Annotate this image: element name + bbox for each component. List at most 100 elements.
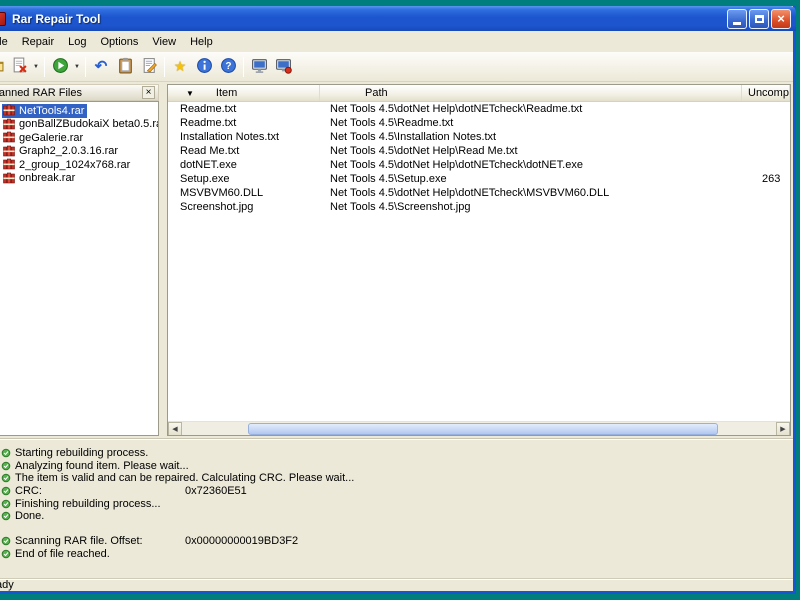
- scroll-left-icon[interactable]: ◀: [168, 422, 182, 436]
- column-label-item: Item: [216, 87, 237, 99]
- exit-button[interactable]: [271, 55, 295, 79]
- column-label-path: Path: [365, 87, 388, 99]
- rar-file-list[interactable]: NetTools4.rargonBallZBudokaiX beta0.5.ra…: [0, 101, 159, 436]
- cell-path: Net Tools 4.5\dotNet Help\Read Me.txt: [320, 145, 742, 157]
- svg-text:?: ?: [225, 61, 231, 72]
- rar-file-icon: [3, 158, 15, 171]
- menu-bar: FileRepairLogOptionsViewHelp: [0, 31, 793, 52]
- table-row[interactable]: Read Me.txtNet Tools 4.5\dotNet Help\Rea…: [168, 144, 790, 158]
- view-log-button[interactable]: [137, 55, 161, 79]
- scroll-right-icon[interactable]: ▶: [776, 422, 790, 436]
- table-row[interactable]: Installation Notes.txtNet Tools 4.5\Inst…: [168, 130, 790, 144]
- log-text: Finishing rebuilding process...: [15, 498, 161, 510]
- column-header-uncompressed-size[interactable]: Uncompressed Size: [742, 85, 790, 101]
- log-item-icon: [1, 499, 11, 509]
- start-repair-dropdown-icon[interactable]: ▼: [72, 55, 82, 79]
- maximize-button[interactable]: [749, 9, 769, 29]
- status-text: Ready: [0, 579, 14, 591]
- cell-path: Net Tools 4.5\dotNet Help\dotNETcheck\MS…: [320, 187, 742, 199]
- log-panel: Starting rebuilding process.Analyzing fo…: [0, 444, 793, 578]
- table-body: Readme.txt Net Tools 4.5\dotNet Help\dotN…: [168, 102, 790, 421]
- table-row[interactable]: Readme.txtNet Tools 4.5\Readme.txt: [168, 116, 790, 130]
- log-text: The item is valid and can be repaired. C…: [15, 472, 354, 484]
- log-line: Starting rebuilding process.: [1, 447, 793, 460]
- table-row[interactable]: Readme.txtNet Tools 4.5\dotNet Help\dotN…: [168, 102, 790, 116]
- log-text: Starting rebuilding process.: [15, 447, 148, 459]
- cell-item: Readme.txt: [168, 117, 320, 129]
- horizontal-scrollbar[interactable]: ◀ ▶: [168, 421, 790, 435]
- cell-item: Read Me.txt: [168, 145, 320, 157]
- start-repair-button[interactable]: [48, 55, 72, 79]
- rar-file-icon: [3, 145, 15, 158]
- menu-log[interactable]: Log: [61, 33, 93, 51]
- rar-file-item[interactable]: gonBallZBudokaiX beta0.5.rar: [2, 118, 159, 132]
- cell-item: Screenshot.jpg: [168, 201, 320, 213]
- log-line: CRC:0x72360E51: [1, 485, 793, 498]
- scanned-files-panel: Scanned RAR Files × NetTools4.rargonBall…: [0, 82, 161, 438]
- menu-view[interactable]: View: [145, 33, 183, 51]
- rar-file-item[interactable]: onbreak.rar: [2, 172, 78, 186]
- column-header-path[interactable]: Path: [320, 85, 742, 101]
- table-row[interactable]: dotNET.exeNet Tools 4.5\dotNet Help\dotN…: [168, 158, 790, 172]
- column-header-item[interactable]: ▼ Item: [168, 85, 320, 101]
- file-info-button[interactable]: [192, 55, 216, 79]
- log-item-icon: [1, 549, 11, 559]
- toolbar-separator: [85, 57, 86, 77]
- menu-repair[interactable]: Repair: [15, 33, 61, 51]
- preview-button[interactable]: [247, 55, 271, 79]
- toolbar-separator: [164, 57, 165, 77]
- sort-arrow-icon[interactable]: ▼: [186, 89, 194, 98]
- log-line: Analyzing found item. Please wait...: [1, 460, 793, 473]
- rar-file-item[interactable]: NetTools4.rar: [2, 104, 87, 118]
- panel-title: Scanned RAR Files: [0, 87, 142, 99]
- log-line: Scanning RAR file. Offset:0x00000000019B…: [1, 535, 793, 548]
- app-icon: [0, 12, 6, 26]
- rar-file-item[interactable]: Graph2_2.0.3.16.rar: [2, 145, 121, 159]
- cell-path: Net Tools 4.5\Screenshot.jpg: [320, 201, 742, 213]
- rar-file-icon: [3, 172, 15, 185]
- maximize-icon: [755, 15, 764, 23]
- cell-item: Setup.exe: [168, 173, 320, 185]
- content-area: Scanned RAR Files × NetTools4.rargonBall…: [0, 82, 793, 438]
- menu-options[interactable]: Options: [94, 33, 146, 51]
- close-button[interactable]: ×: [771, 9, 791, 29]
- table-row[interactable]: Screenshot.jpgNet Tools 4.5\Screenshot.j…: [168, 200, 790, 214]
- menu-help[interactable]: Help: [183, 33, 220, 51]
- remove-file-button[interactable]: [7, 55, 31, 79]
- rar-file-item[interactable]: 2_group_1024x768.rar: [2, 158, 133, 172]
- rar-file-name: Graph2_2.0.3.16.rar: [19, 145, 118, 157]
- toolbar: ▼ ▼ ↶ ★?: [0, 52, 793, 82]
- cell-path: Net Tools 4.5\Setup.exe: [320, 173, 742, 185]
- title-bar[interactable]: Rar Repair Tool ×: [0, 6, 796, 31]
- rar-file-icon: [3, 118, 15, 131]
- paste-button[interactable]: [113, 55, 137, 79]
- folder-icon: [0, 57, 4, 77]
- minimize-button[interactable]: [727, 9, 747, 29]
- repair-icon: [52, 57, 69, 77]
- log-line: End of file reached.: [1, 548, 793, 561]
- cell-item: dotNET.exe: [168, 159, 320, 171]
- remove-file-dropdown-icon[interactable]: ▼: [31, 55, 41, 79]
- table-row[interactable]: MSVBVM60.DLLNet Tools 4.5\dotNet Help\do…: [168, 186, 790, 200]
- log-item-icon: [1, 486, 11, 496]
- rar-file-name: geGalerie.rar: [19, 132, 83, 144]
- about-button[interactable]: ?: [216, 55, 240, 79]
- log-line: Done.: [1, 510, 793, 523]
- cell-item: MSVBVM60.DLL: [168, 187, 320, 199]
- table-row[interactable]: Setup.exeNet Tools 4.5\Setup.exe263: [168, 172, 790, 186]
- undo-icon: ↶: [95, 59, 108, 74]
- wizard-button[interactable]: ★: [168, 55, 192, 79]
- undo-button[interactable]: ↶: [89, 55, 113, 79]
- scrollbar-thumb[interactable]: [248, 423, 718, 435]
- scrollbar-track[interactable]: [182, 422, 776, 436]
- rar-file-name: 2_group_1024x768.rar: [19, 159, 130, 171]
- panel-close-icon[interactable]: ×: [142, 86, 155, 99]
- info-icon: [196, 57, 213, 77]
- rar-file-item[interactable]: geGalerie.rar: [2, 131, 86, 145]
- open-archive-button[interactable]: [0, 55, 7, 79]
- cell-path: Net Tools 4.5\Installation Notes.txt: [320, 131, 742, 143]
- log-icon: [141, 57, 158, 77]
- log-item-icon: [1, 511, 11, 521]
- about-icon: ?: [220, 57, 237, 77]
- menu-file[interactable]: File: [0, 33, 15, 51]
